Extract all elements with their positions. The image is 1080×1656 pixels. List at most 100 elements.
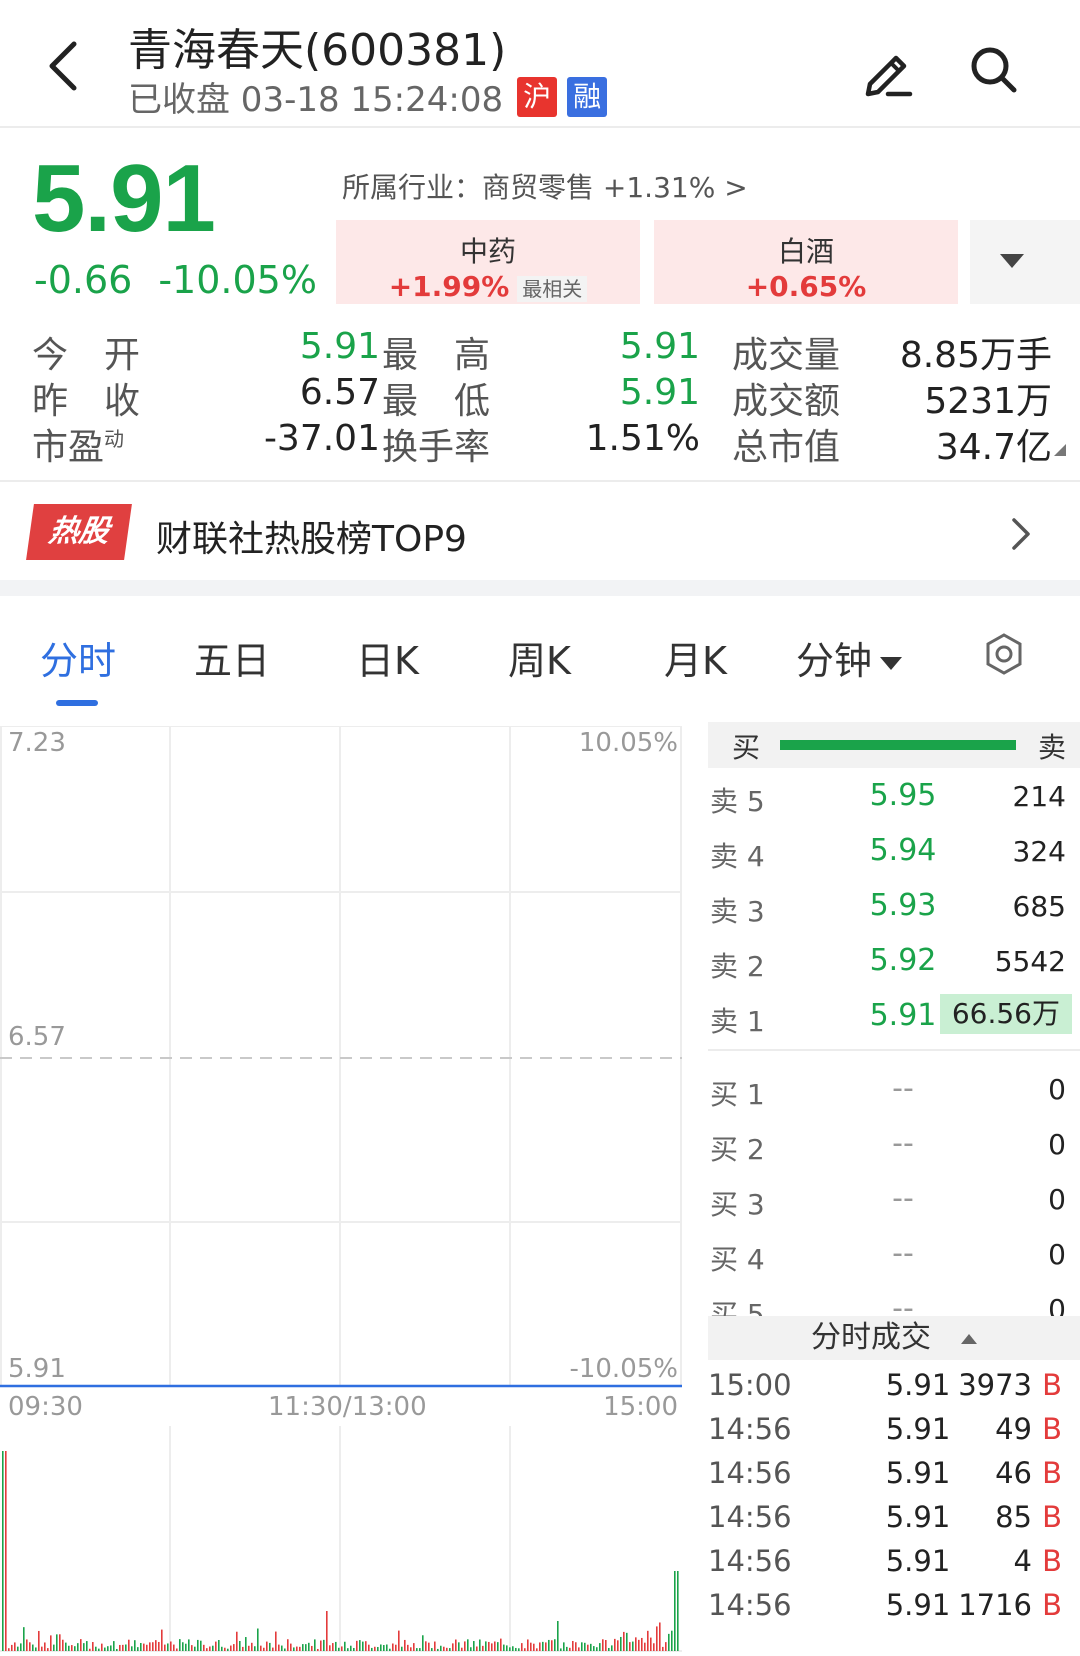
stat-turnover: 1.51% (585, 418, 700, 459)
volume-bar (320, 1640, 322, 1651)
volume-bar (644, 1642, 646, 1651)
volume-bar (440, 1645, 442, 1651)
bid-label: 买 3 (710, 1188, 765, 1221)
volume-bar (251, 1642, 253, 1651)
volume-bar (581, 1642, 583, 1651)
tick-row: 14:56 5.91 1716 B (708, 1584, 1080, 1628)
volume-bar (362, 1641, 364, 1651)
order-book: 买 卖 卖 5 5.95 214 卖 4 5.94 324 卖 3 5.93 6… (708, 722, 1080, 1336)
tick-volume: 85 (995, 1500, 1032, 1534)
volume-bar (458, 1642, 460, 1651)
volume-bar (614, 1638, 616, 1651)
volume-bar (584, 1642, 586, 1651)
stat-market-cap: 34.7亿 (935, 427, 1052, 468)
tick-trades-header[interactable]: 分时成交 (708, 1316, 1080, 1360)
tick-time: 14:56 (708, 1456, 792, 1490)
tab-daily-k[interactable]: 日K (356, 630, 419, 685)
volume-bar (647, 1630, 649, 1651)
buy-sell-ratio-bar (780, 740, 1016, 750)
volume-bar (236, 1631, 238, 1651)
ask-label: 卖 3 (710, 895, 765, 928)
intraday-chart[interactable]: 7.23 10.05% 6.57 5.91 -10.05% 09:30 11:3… (0, 726, 682, 1656)
volume-bar (626, 1632, 628, 1651)
volume-bar (23, 1627, 25, 1651)
pct-axis-top: 10.05% (578, 728, 678, 758)
volume-bar (677, 1571, 679, 1651)
volume-bar (311, 1645, 313, 1651)
stat-label: 成交量 (732, 335, 841, 376)
stat-label: 最 低 (382, 381, 491, 422)
volume-bar (110, 1645, 112, 1651)
tab-monthly-k[interactable]: 月K (664, 630, 727, 685)
volume-bar (26, 1639, 28, 1651)
settings-hexagon-icon[interactable] (982, 632, 1026, 676)
volume-bar (344, 1641, 346, 1651)
volume-bar (347, 1648, 349, 1651)
tick-row: 14:56 5.91 4 B (708, 1540, 1080, 1584)
volume-bar (14, 1642, 16, 1651)
volume-bar (338, 1647, 340, 1651)
concept-card-liquor[interactable]: 白酒 +0.65% (654, 220, 958, 304)
stock-title: 青海春天(600381) (128, 25, 507, 76)
volume-bar (194, 1646, 196, 1651)
tick-time: 14:56 (708, 1544, 792, 1578)
tick-volume: 3973 (958, 1368, 1032, 1402)
volume-bar (425, 1641, 427, 1651)
tab-five-day[interactable]: 五日 (194, 630, 270, 685)
change-percent: -10.05% (158, 258, 317, 302)
volume-bar (86, 1641, 88, 1651)
tick-flag: B (1042, 1412, 1062, 1446)
tab-weekly-k[interactable]: 周K (508, 630, 571, 685)
expand-corner-icon[interactable] (1054, 444, 1066, 456)
back-arrow-icon[interactable] (40, 36, 88, 96)
volume-bar (482, 1645, 484, 1651)
x-axis-start: 09:30 (8, 1392, 83, 1422)
bid-row: 买 2 -- 0 (708, 1116, 1080, 1171)
hot-list-link[interactable]: 财联社热股榜TOP9 (156, 510, 467, 562)
volume-bar (617, 1640, 619, 1651)
volume-bar (302, 1644, 304, 1651)
volume-bar (368, 1644, 370, 1651)
volume-bar (671, 1630, 673, 1651)
concept-card-tcm[interactable]: 中药 +1.99% 最相关 (336, 220, 640, 304)
volume-bar (521, 1643, 523, 1651)
stat-prev-close: 6.57 (299, 372, 380, 413)
stat-high: 5.91 (619, 326, 700, 367)
volume-bar (218, 1639, 220, 1651)
concept-expand-button[interactable] (970, 220, 1080, 304)
volume-bar (59, 1634, 61, 1651)
volume-bar (200, 1640, 202, 1651)
tab-intraday[interactable]: 分时 (40, 630, 116, 685)
volume-bar (278, 1644, 280, 1651)
volume-bar (20, 1643, 22, 1651)
volume-bar (461, 1647, 463, 1651)
volume-bar (392, 1643, 394, 1651)
volume-bar (566, 1646, 568, 1651)
tick-price: 5.91 (885, 1456, 951, 1490)
caret-down-icon (880, 657, 903, 670)
chevron-right-icon[interactable] (1006, 514, 1036, 554)
edit-pencil-icon[interactable] (860, 44, 916, 100)
volume-bar (98, 1648, 100, 1651)
ask-price: 5.95 (869, 778, 937, 813)
volume-bar (188, 1639, 190, 1651)
search-icon[interactable] (968, 44, 1020, 96)
volume-bar (119, 1644, 121, 1651)
stat-low: 5.91 (619, 372, 700, 413)
volume-bar (593, 1646, 595, 1651)
volume-bar (164, 1644, 166, 1651)
volume-bar (374, 1646, 376, 1651)
volume-bar (176, 1648, 178, 1651)
bid-price: -- (892, 1126, 914, 1161)
volume-bar (545, 1642, 547, 1651)
volume-bar (290, 1643, 292, 1651)
volume-bar (203, 1644, 205, 1651)
volume-bar (281, 1645, 283, 1651)
stats-grid: 今 开 5.91 最 高 5.91 成交量 8.85万手 昨 收 6.57 最 … (32, 326, 1066, 468)
tab-minute[interactable]: 分钟 (796, 630, 903, 685)
industry-link[interactable]: 所属行业：商贸零售 +1.31% > (342, 166, 748, 206)
volume-bar (401, 1646, 403, 1651)
volume-bar (590, 1643, 592, 1651)
ask-volume: 685 (1012, 890, 1066, 923)
tick-trades-list[interactable]: 15:00 5.91 3973 B 14:56 5.91 49 B 14:56 … (708, 1364, 1080, 1628)
